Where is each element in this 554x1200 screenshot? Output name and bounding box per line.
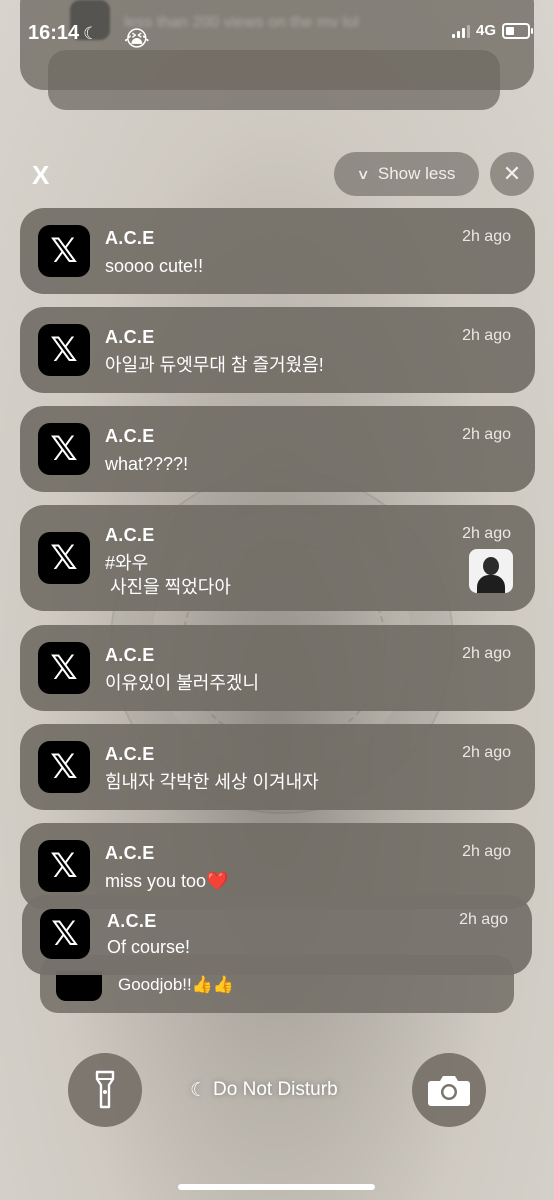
notification-message: 아일과 듀엣무대 참 즐거웠음!: [105, 355, 324, 375]
battery-icon: [502, 22, 533, 39]
notification-message: soooo cute!!: [105, 256, 204, 276]
notification-sender: A.C.E: [105, 843, 155, 863]
camera-button[interactable]: [412, 1053, 486, 1127]
focus-mode-label: Do Not Disturb: [213, 1079, 338, 1100]
x-app-icon: 𝕏: [38, 423, 90, 475]
notification-card[interactable]: 𝕏 A.C.E 2h ago soooo cute!!: [20, 208, 535, 294]
notification-sender: A.C.E: [105, 645, 155, 665]
status-indicators: 4G: [451, 22, 533, 39]
chevron-down-icon: ∨: [356, 165, 370, 182]
notification-card[interactable]: 𝕏 A.C.E 2h ago Of course!: [22, 895, 532, 975]
clock-time: 16:14: [28, 22, 80, 44]
notification-message: miss you too❤️: [105, 871, 229, 891]
notification-time: 2h ago: [459, 911, 508, 928]
cellular-signal-icon: [451, 24, 470, 38]
clock: 16:14 ☾: [28, 22, 98, 45]
notification-sender: A.C.E: [105, 744, 155, 764]
notification-time: 2h ago: [462, 645, 511, 662]
notification-time: 2h ago: [462, 228, 511, 245]
notification-card[interactable]: 𝕏 A.C.E 2h ago 이유있이 불러주겠니: [20, 625, 535, 711]
flashlight-icon: [95, 1070, 115, 1109]
status-bar: 16:14 ☾ 4G: [0, 0, 554, 66]
notification-sender: A.C.E: [105, 426, 155, 446]
notification-message: what????!: [105, 454, 189, 474]
notification-time: 2h ago: [462, 327, 511, 344]
notification-sender: A.C.E: [105, 327, 155, 347]
moon-icon: ☾: [190, 1079, 208, 1101]
notification-message: 이유있이 불러주겠니: [105, 673, 260, 693]
attachment-thumbnail: [469, 549, 513, 593]
notification-card[interactable]: 𝕏 A.C.E 2h ago #와우 사진을 찍었다아: [20, 505, 535, 611]
notification-sender: A.C.E: [107, 911, 157, 931]
notification-sender: A.C.E: [105, 228, 155, 248]
x-app-icon: 𝕏: [38, 225, 90, 277]
notification-message: Of course!: [107, 937, 191, 957]
x-app-icon: 𝕏: [38, 840, 90, 892]
notification-card[interactable]: 𝕏 A.C.E 2h ago 힘내자 각박한 세상 이겨내자: [20, 724, 535, 810]
stacked-notification-message: Goodjob!!👍👍: [118, 975, 235, 994]
notification-card[interactable]: 𝕏 A.C.E 2h ago what????!: [20, 406, 535, 492]
flashlight-button[interactable]: [68, 1053, 142, 1127]
notification-group-header: X ∨ Show less ✕: [0, 150, 554, 198]
notification-time: 2h ago: [462, 843, 511, 860]
notification-sender: A.C.E: [105, 525, 155, 545]
notification-message: 힘내자 각박한 세상 이겨내자: [105, 772, 319, 792]
notification-time: 2h ago: [462, 426, 511, 443]
notification-card[interactable]: 𝕏 A.C.E 2h ago 아일과 듀엣무대 참 즐거웠음!: [20, 307, 535, 393]
group-app-title: X: [32, 160, 50, 190]
x-app-icon: 𝕏: [38, 741, 90, 793]
close-icon: ✕: [502, 161, 522, 186]
notification-time: 2h ago: [462, 744, 511, 761]
x-app-icon: 𝕏: [40, 909, 90, 959]
notification-time: 2h ago: [462, 525, 511, 542]
focus-mode-indicator[interactable]: ☾ Do Not Disturb: [190, 1074, 338, 1106]
show-less-label: Show less: [377, 164, 456, 183]
x-app-icon: 𝕏: [38, 532, 90, 584]
home-indicator[interactable]: [178, 1184, 375, 1190]
notification-message: #와우 사진을 찍었다아: [105, 553, 231, 597]
camera-icon: [428, 1076, 470, 1106]
clear-group-button[interactable]: ✕: [490, 152, 534, 196]
show-less-button[interactable]: ∨ Show less: [334, 152, 479, 196]
x-app-icon: 𝕏: [38, 324, 90, 376]
x-app-icon: 𝕏: [38, 642, 90, 694]
stacked-app-icon: [56, 971, 102, 1001]
focus-moon-icon: ☾: [83, 23, 99, 43]
network-type: 4G: [475, 22, 496, 39]
